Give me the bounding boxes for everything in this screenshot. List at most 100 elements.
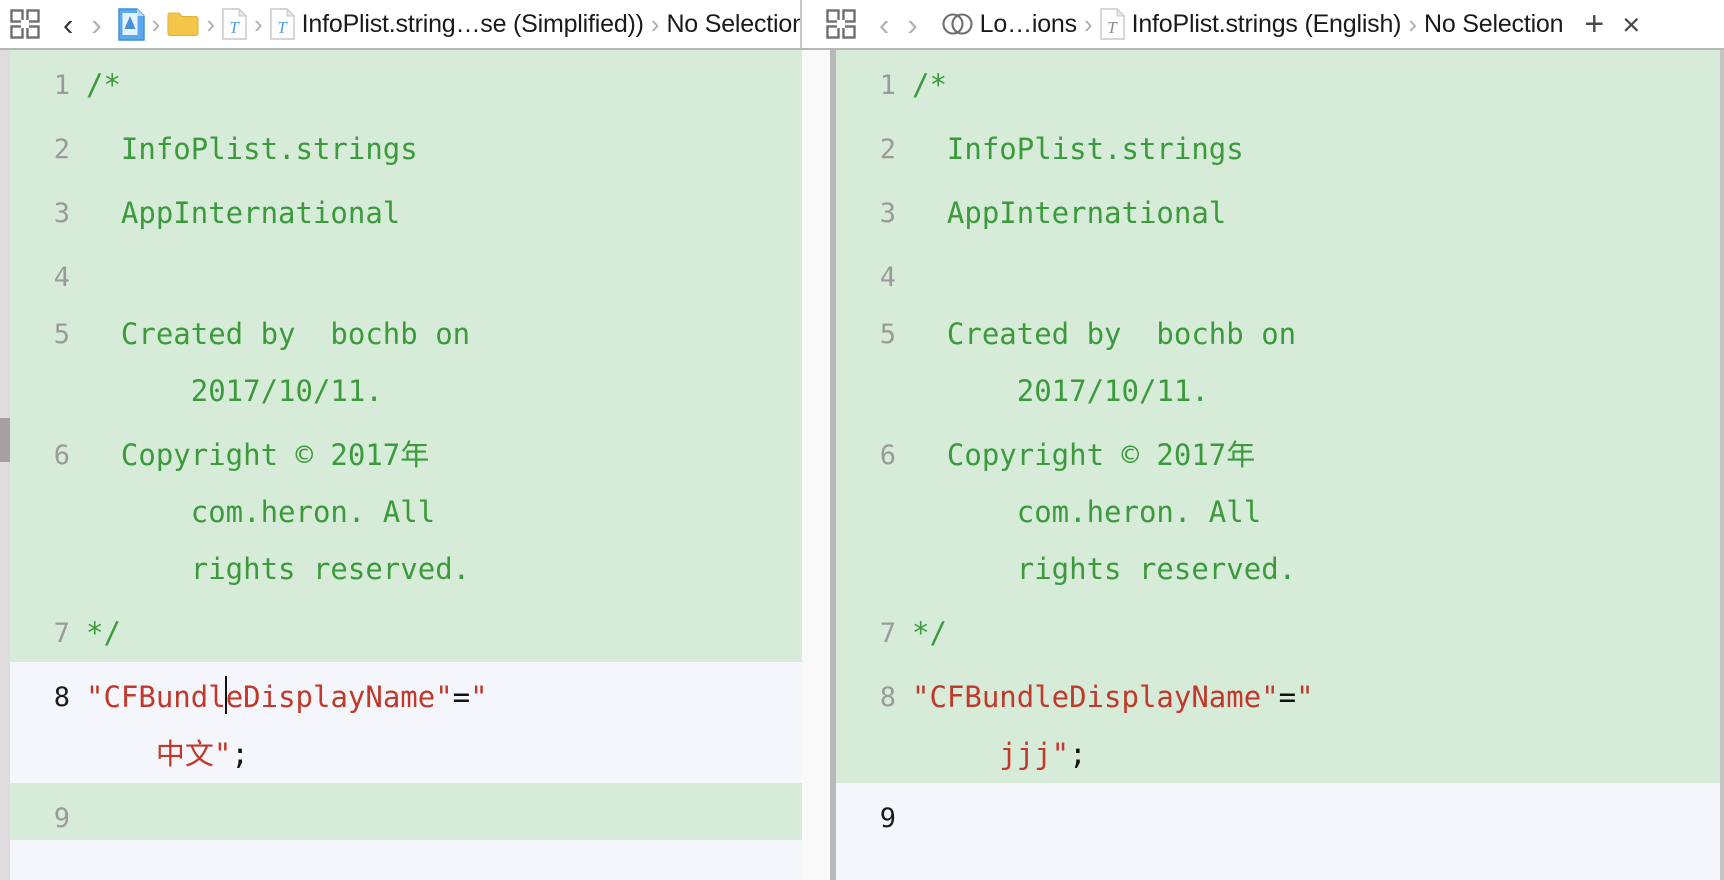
code-line[interactable]: 7 */ [836,598,1720,662]
code-line[interactable]: 3 AppInternational [836,178,1720,242]
code-line-visual-row: /* [912,68,947,102]
code-line-wrapped-row: com.heron. All [912,484,1646,541]
code-line-visual-row: InfoPlist.strings [86,132,418,166]
code-token: Copyright © 2017年 [912,438,1256,472]
app-project-icon[interactable] [117,7,145,41]
code-line[interactable]: 2 InfoPlist.strings [836,114,1720,178]
left-code-surface[interactable]: 1 /* 2 InfoPlist.strings 3 AppInternational… [10,50,802,880]
breadcrumb-separator: › [151,9,161,39]
code-line-content[interactable]: */ [912,598,1646,662]
code-line[interactable]: 9 [10,783,802,840]
breadcrumb-localizations-label[interactable]: Lo…ions [980,0,1077,48]
code-line-wrapped-row: com.heron. All [86,484,738,541]
code-line[interactable]: 8 "CFBundleDisplayName"=" 中文"; [10,662,802,783]
right-pane-jump-bar: ‹ › Lo…ions › T InfoPlist.strings (Engli… [802,0,1724,48]
code-line[interactable]: 4 [836,242,1720,299]
line-number: 5 [53,319,70,350]
line-number: 2 [879,134,896,165]
related-items-icon[interactable] [10,9,40,39]
strings-file-icon[interactable]: T [1099,7,1125,40]
code-line[interactable]: 4 [10,242,802,299]
code-line-wrapped-row: 中文"; [86,726,738,783]
code-line[interactable]: 2 InfoPlist.strings [10,114,802,178]
left-pane-jump-bar: ‹ › › › T › T InfoPlist.string…se (Simpl… [0,0,802,48]
add-assistant-editor-button[interactable]: + [1570,0,1618,48]
code-token: /* [912,68,947,102]
code-line-content[interactable] [86,242,738,249]
go-back-button[interactable]: ‹ [870,0,898,48]
code-line-content[interactable] [86,783,738,790]
code-line-content[interactable]: "CFBundleDisplayName"=" 中文"; [86,662,738,783]
right-code-surface[interactable]: 1 /* 2 InfoPlist.strings 3 AppInternational… [836,50,1720,880]
code-line-content[interactable]: "CFBundleDisplayName"=" jjj"; [912,662,1646,783]
right-editor-pane: 1 /* 2 InfoPlist.strings 3 AppInternational… [836,50,1724,880]
code-token: InfoPlist.strings [86,132,418,166]
code-token: Copyright © 2017年 [86,438,430,472]
breadcrumb-selection-label[interactable]: No Selection [1424,0,1564,48]
breadcrumb-separator: › [1408,9,1417,39]
code-line[interactable]: 5 Created by bochb on 2017/10/11. [836,299,1720,420]
code-line[interactable]: 7 */ [10,598,802,662]
breadcrumb-selection-label[interactable]: No Selection [666,0,800,48]
localizations-icon[interactable] [941,11,973,37]
line-number: 6 [879,440,896,471]
strings-file-icon[interactable]: T [269,7,295,40]
code-token: " [470,680,488,714]
code-line-content[interactable]: /* [86,50,738,114]
jump-bars: ‹ › › › T › T InfoPlist.string…se (Simpl… [0,0,1724,50]
breadcrumb-file-label[interactable]: InfoPlist.string…se (Simplified)) [302,0,644,48]
code-line-wrapped-row: rights reserved. [86,541,738,598]
code-line-content[interactable] [912,783,1646,790]
breadcrumb-file-label[interactable]: InfoPlist.strings (English) [1132,0,1402,48]
code-token: = [1278,680,1297,714]
xcode-assistant-editor-window: ‹ › › › T › T InfoPlist.string…se (Simpl… [0,0,1724,880]
line-number: 9 [879,803,896,834]
line-number: 9 [53,803,70,834]
scrollbar-thumb[interactable] [0,418,10,462]
code-line-content[interactable]: AppInternational [912,178,1646,242]
right-pane-edge [1720,50,1724,880]
code-token: */ [912,616,947,650]
left-code-lines: 1 /* 2 InfoPlist.strings 3 AppInternational… [10,50,802,840]
code-line[interactable]: 3 AppInternational [10,178,802,242]
code-line[interactable]: 6 Copyright © 2017年 com.heron. All right… [10,420,802,598]
code-line-wrapped-row: rights reserved. [912,541,1646,598]
strings-file-icon[interactable]: T [222,7,248,40]
code-line[interactable]: 9 [836,783,1720,840]
folder-icon[interactable] [167,11,199,37]
code-line[interactable]: 1 /* [10,50,802,114]
line-number: 1 [53,70,70,101]
code-line[interactable]: 8 "CFBundleDisplayName"=" jjj"; [836,662,1720,783]
code-line-content[interactable]: Created by bochb on 2017/10/11. [912,299,1646,420]
code-line-content[interactable]: AppInternational [86,178,738,242]
go-back-button[interactable]: ‹ [54,0,82,48]
line-number: 6 [53,440,70,471]
code-token: */ [86,616,121,650]
code-line-content[interactable]: */ [86,598,738,662]
svg-text:T: T [277,18,288,37]
line-number: 1 [879,70,896,101]
code-line[interactable]: 6 Copyright © 2017年 com.heron. All right… [836,420,1720,598]
left-editor-scrollbar[interactable] [0,50,10,880]
code-token: AppInternational [86,196,401,230]
code-line-content[interactable]: InfoPlist.strings [86,114,738,178]
line-number: 4 [879,262,896,293]
go-forward-button[interactable]: › [82,0,110,48]
code-line[interactable]: 5 Created by bochb on 2017/10/11. [10,299,802,420]
code-line-content[interactable]: Copyright © 2017年 com.heron. All rights … [912,420,1646,598]
code-line[interactable]: 1 /* [836,50,1720,114]
code-line-content[interactable]: /* [912,50,1646,114]
code-token: " [1296,680,1314,714]
code-token: Created by bochb on [912,317,1297,351]
code-line-content[interactable]: InfoPlist.strings [912,114,1646,178]
breadcrumb-separator: › [206,9,215,39]
code-line-content[interactable]: Created by bochb on 2017/10/11. [86,299,738,420]
close-assistant-editor-button[interactable]: × [1618,0,1646,48]
code-token: = [452,680,471,714]
go-forward-button[interactable]: › [898,0,926,48]
code-token: jjj" [912,737,1070,771]
code-line-content[interactable] [912,242,1646,249]
code-line-content[interactable]: Copyright © 2017年 com.heron. All rights … [86,420,738,598]
code-line-wrapped-row: jjj"; [912,726,1646,783]
related-items-icon[interactable] [826,9,856,39]
